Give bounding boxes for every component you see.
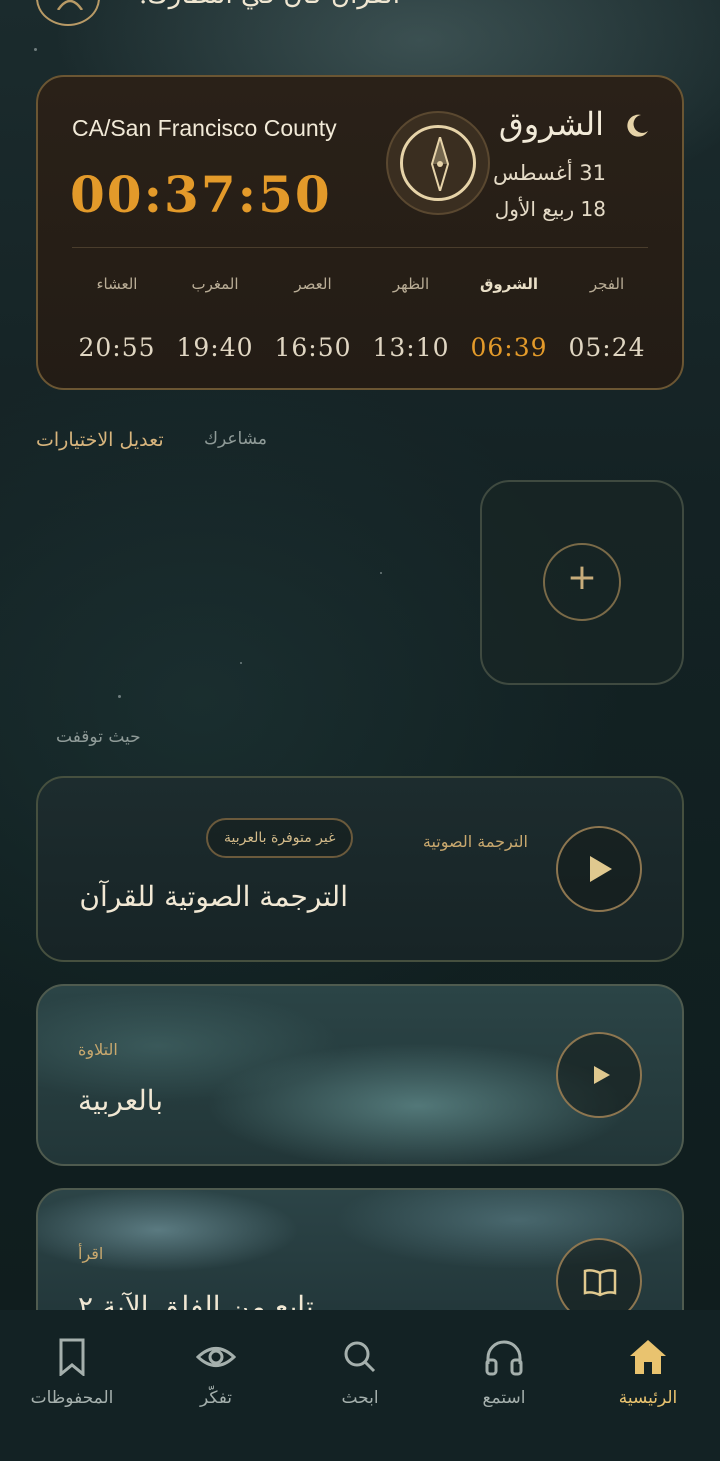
nav-label: استمع bbox=[482, 1388, 526, 1408]
countdown-timer: 00:37:50 bbox=[70, 165, 332, 224]
prayer-time-maghrib: المغرب 19:40 bbox=[170, 275, 260, 365]
unavailable-badge: غير متوفرة بالعربية bbox=[206, 818, 354, 858]
moon-icon bbox=[627, 114, 648, 137]
hijri-date: 18 ربيع الأول bbox=[494, 197, 606, 221]
gregorian-date: 31 أغسطس bbox=[493, 161, 606, 185]
card-kicker: الترجمة الصوتية bbox=[422, 832, 528, 851]
compass-needle-icon bbox=[430, 137, 450, 191]
prayer-time-fajr: الفجر 05:24 bbox=[562, 275, 652, 365]
play-icon bbox=[590, 856, 612, 882]
prayer-time-dhuhr: الظهر 13:10 bbox=[366, 275, 456, 365]
card-title: بالعربية bbox=[78, 1084, 164, 1117]
greeting-title: القرآن كان في انتظارك. bbox=[139, 0, 400, 10]
qibla-compass-button[interactable] bbox=[386, 111, 490, 215]
prayer-times-row: الفجر 05:24 الشروق 06:39 الظهر 13:10 الع… bbox=[72, 275, 652, 365]
prayer-time-label: الظهر bbox=[392, 275, 430, 293]
prayer-time-value: 06:39 bbox=[470, 333, 548, 362]
search-icon bbox=[344, 1341, 376, 1373]
prayer-time-label: الفجر bbox=[589, 275, 625, 293]
prayer-time-asr: العصر 16:50 bbox=[268, 275, 358, 365]
prayer-time-value: 16:50 bbox=[274, 333, 352, 362]
nav-saved[interactable]: المحفوظات bbox=[0, 1338, 144, 1408]
nav-label: الرئيسية bbox=[618, 1388, 678, 1408]
prayer-time-value: 13:10 bbox=[372, 333, 450, 362]
card-kicker: اقرأ bbox=[78, 1244, 104, 1263]
card-title: الترجمة الصوتية للقرآن bbox=[79, 880, 348, 913]
nav-listen[interactable]: استمع bbox=[432, 1338, 576, 1408]
feelings-header: تعديل الاختيارات مشاعرك bbox=[36, 425, 336, 455]
divider bbox=[72, 247, 648, 248]
audio-translation-card[interactable]: الترجمة الصوتية غير متوفرة بالعربية التر… bbox=[36, 776, 684, 962]
prayer-time-sunrise: الشروق 06:39 bbox=[464, 275, 554, 365]
prayer-time-value: 19:40 bbox=[176, 333, 254, 362]
resume-section-label: حيث توقفت bbox=[56, 727, 141, 747]
prayer-time-value: 20:55 bbox=[78, 333, 156, 362]
prayer-time-label: المغرب bbox=[191, 275, 239, 293]
recitation-card[interactable]: التلاوة بالعربية bbox=[36, 984, 684, 1166]
plus-icon: + bbox=[566, 557, 598, 598]
prayer-time-label: العشاء bbox=[96, 275, 138, 293]
headphones-icon bbox=[485, 1340, 523, 1376]
profile-button[interactable] bbox=[36, 0, 100, 26]
nav-home[interactable]: الرئيسية bbox=[576, 1338, 720, 1408]
bottom-navigation: الرئيسية استمع ابحث تفكّر المحفوظات bbox=[0, 1310, 720, 1461]
current-prayer-name: الشروق bbox=[498, 105, 604, 143]
nav-label: المحفوظات bbox=[30, 1388, 114, 1408]
play-button[interactable] bbox=[556, 826, 642, 912]
feelings-label: مشاعرك bbox=[204, 429, 267, 449]
nav-search[interactable]: ابحث bbox=[288, 1338, 432, 1408]
card-kicker: التلاوة bbox=[78, 1040, 118, 1059]
play-icon bbox=[594, 1066, 610, 1084]
location-label[interactable]: CA/San Francisco County bbox=[72, 115, 337, 142]
bookmark-icon bbox=[59, 1338, 85, 1376]
user-icon bbox=[56, 0, 84, 10]
prayer-time-label: الشروق bbox=[479, 275, 539, 293]
add-button[interactable]: + bbox=[543, 543, 621, 621]
prayer-times-card[interactable]: CA/San Francisco County 00:37:50 الشروق … bbox=[36, 75, 684, 390]
prayer-time-value: 05:24 bbox=[568, 333, 646, 362]
play-button[interactable] bbox=[556, 1032, 642, 1118]
edit-preferences-link[interactable]: تعديل الاختيارات bbox=[36, 429, 164, 451]
eye-icon bbox=[196, 1347, 236, 1367]
book-icon bbox=[583, 1269, 617, 1297]
nav-label: تفكّر bbox=[199, 1388, 233, 1408]
add-feeling-card[interactable]: + bbox=[480, 480, 684, 685]
header: القرآن كان في انتظارك. bbox=[0, 0, 720, 30]
prayer-time-isha: العشاء 20:55 bbox=[72, 275, 162, 365]
prayer-time-label: العصر bbox=[294, 275, 332, 293]
home-icon bbox=[630, 1340, 666, 1374]
nav-reflect[interactable]: تفكّر bbox=[144, 1338, 288, 1408]
nav-label: ابحث bbox=[341, 1388, 379, 1408]
